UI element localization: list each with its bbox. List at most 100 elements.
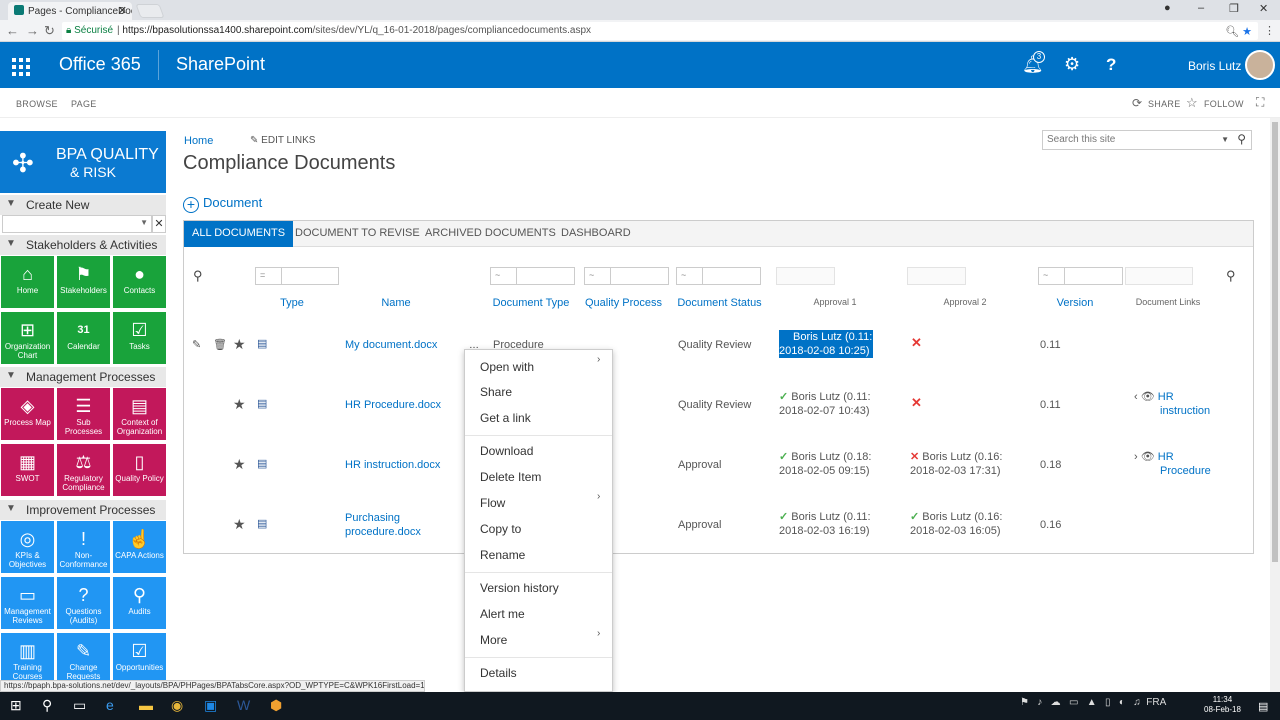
doc-link-text2[interactable]: Procedure [1160,465,1211,477]
filter-operator[interactable]: ~ [1039,268,1065,284]
filter-search-icon[interactable]: ⚲ [193,268,203,284]
breadcrumb-home[interactable]: Home [184,135,213,147]
menu-more[interactable]: More [480,633,507,647]
avatar[interactable] [1245,50,1275,80]
tile-questions[interactable]: ? Questions (Audits) [57,577,110,629]
browser-tab[interactable]: Pages - ComplianceDocu ✕ [8,2,132,20]
edit-links-button[interactable]: ✎ EDIT LINKS [250,135,315,146]
bookmark-star-icon[interactable]: 🔍︎ ★ [1225,25,1252,38]
menu-open-with[interactable]: Open with [480,360,534,374]
tile-home[interactable]: ⌂ Home [1,256,54,308]
section-management[interactable]: ▼ Management Processes [0,367,166,387]
minimize-icon[interactable]: – [1198,2,1204,14]
menu-alert-me[interactable]: Alert me [480,607,525,621]
restore-icon[interactable]: ❐ [1229,2,1239,15]
star-icon[interactable]: ★ [233,396,246,413]
word-icon[interactable]: W [237,697,250,713]
filter-document-links[interactable] [1125,267,1193,285]
tile-regulatory[interactable]: ⚖ Regulatory Compliance [57,444,110,496]
filter-operator[interactable]: ~ [677,268,703,284]
focus-icon[interactable]: ⛶ [1256,95,1265,110]
filter-quality-process[interactable]: ~ [584,267,669,285]
star-icon[interactable]: ★ [233,336,246,353]
filter-version[interactable]: ~ [1038,267,1123,285]
language-indicator[interactable]: FRA [1146,697,1166,708]
tile-audits[interactable]: ⚲ Audits [113,577,166,629]
ribbon-page-tab[interactable]: PAGE [71,99,97,109]
tile-context[interactable]: ▤ Context of Organization [113,388,166,440]
back-icon[interactable]: ← [6,23,19,38]
search-input[interactable]: Search this site ▼ ⚲ [1042,130,1252,150]
tile-swot[interactable]: ▦ SWOT [1,444,54,496]
windows-start-icon[interactable]: ⊞ [10,697,22,714]
col-approval2[interactable]: Approval 2 [920,297,1010,307]
tile-capa[interactable]: ☝ CAPA Actions [113,521,166,573]
filter-document-type[interactable]: ~ [490,267,575,285]
app-icon[interactable]: ⬢ [270,697,282,714]
user-name[interactable]: Boris Lutz [1188,59,1241,73]
tile-quality-policy[interactable]: ▯ Quality Policy [113,444,166,496]
url-input[interactable]: 🔒︎ Sécurisé | https://bpasolutionssa1400.… [62,22,1258,40]
doc-name-link[interactable]: HR Procedure.docx [345,398,441,412]
star-icon[interactable]: ★ [233,456,246,473]
menu-icon[interactable]: ⋮ [1264,24,1275,37]
filter-document-status[interactable]: ~ [676,267,761,285]
close-window-icon[interactable]: ✕ [1259,2,1268,15]
clock[interactable]: 11:34 08-Feb-18 [1204,695,1241,715]
filter-type[interactable]: = [255,267,339,285]
new-document-button[interactable]: + Document [183,195,262,213]
follow-button[interactable]: FOLLOW [1204,99,1244,109]
section-stakeholders[interactable]: ▼ Stakeholders & Activities [0,235,166,255]
col-document-status[interactable]: Document Status [672,297,767,309]
clear-button[interactable]: ✕ [152,215,166,233]
menu-share[interactable]: Share [480,385,512,399]
doc-link-text2[interactable]: instruction [1160,405,1210,417]
doc-name-link[interactable]: Purchasing procedure.docx [345,511,421,539]
filter-apply-icon[interactable]: ⚲ [1226,268,1236,284]
profile-icon[interactable]: ● [1164,2,1171,14]
col-name[interactable]: Name [350,297,442,309]
menu-version-history[interactable]: Version history [480,581,559,595]
system-tray[interactable]: ⚑ ♪ ☁ ▭ ▲ ▯ ◐ ♫ FRA [1020,697,1166,708]
new-tab-button[interactable] [135,4,165,18]
tile-process-map[interactable]: ◈ Process Map [1,388,54,440]
task-view-icon[interactable]: ▭ [73,697,86,714]
menu-get-link[interactable]: Get a link [480,411,531,425]
menu-rename[interactable]: Rename [480,548,525,562]
tile-contacts[interactable]: ● Contacts [113,256,166,308]
app-launcher-icon[interactable] [12,58,30,76]
scrollbar-thumb[interactable] [1272,122,1278,562]
trash-icon[interactable]: 🗑︎ [213,338,227,351]
menu-copy-to[interactable]: Copy to [480,522,521,536]
tile-org-chart[interactable]: ⊞ Organization Chart [1,312,54,364]
menu-download[interactable]: Download [480,444,533,458]
col-quality-process[interactable]: Quality Process [580,297,667,309]
section-improvement[interactable]: ▼ Improvement Processes [0,500,166,520]
tile-change-requests[interactable]: ✎ Change Requests [57,633,110,681]
col-version[interactable]: Version [1040,297,1110,309]
doc-link-text[interactable]: HR [1158,391,1174,403]
help-icon[interactable]: ? [1106,55,1116,75]
filter-approval1[interactable] [776,267,835,285]
chrome-icon[interactable]: ◉ [171,697,183,714]
tile-tasks[interactable]: ☑ Tasks [113,312,166,364]
menu-details[interactable]: Details [480,666,517,680]
explorer-icon[interactable]: ▬ [139,697,153,713]
doc-name-link[interactable]: My document.docx [345,338,437,352]
ribbon-browse-tab[interactable]: BROWSE [16,99,58,109]
share-button[interactable]: SHARE [1148,99,1181,109]
outlook-icon[interactable]: ▣ [204,697,217,714]
menu-flow[interactable]: Flow [480,496,505,510]
notifications-icon[interactable]: ▤ [1258,700,1268,713]
section-create-new[interactable]: ▼ Create New [0,195,166,215]
settings-gear-icon[interactable]: ⚙ [1064,54,1080,75]
col-type[interactable]: Type [255,297,329,309]
document-link[interactable]: › 👁︎ HR Procedure [1134,450,1224,478]
col-document-type[interactable]: Document Type [485,297,577,309]
tile-calendar[interactable]: 31 Calendar [57,312,110,364]
star-icon[interactable]: ★ [233,516,246,533]
tile-mgmt-reviews[interactable]: ▭ Management Reviews [1,577,54,629]
tile-training[interactable]: ▥ Training Courses [1,633,54,681]
tab-all-documents[interactable]: ALL DOCUMENTS [184,221,294,247]
edit-icon[interactable]: ✎ [192,338,201,351]
